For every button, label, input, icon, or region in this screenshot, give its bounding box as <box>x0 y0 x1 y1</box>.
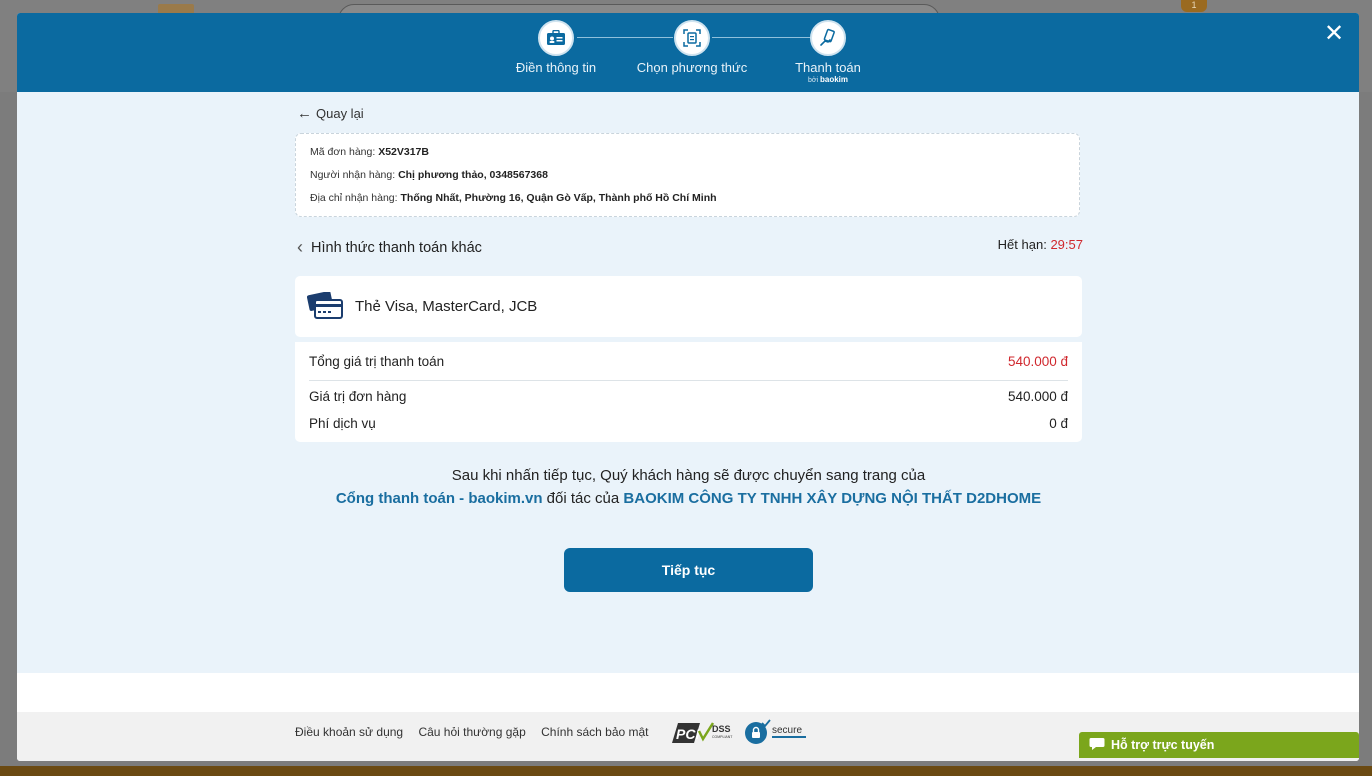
order-value-row: Giá trị đơn hàng 540.000 đ <box>309 389 1068 404</box>
address-row: Địa chỉ nhận hàng: Thống Nhất, Phường 16… <box>310 190 1065 213</box>
receiver-row: Người nhận hàng: Chị phương thảo, 034856… <box>310 167 1065 190</box>
arrow-left-icon: ← <box>297 105 312 122</box>
notice-line2: Cổng thanh toán - baokim.vn đối tác của … <box>295 487 1082 510</box>
step-choose-method: Chọn phương thức <box>622 20 762 75</box>
method-label: Thẻ Visa, MasterCard, JCB <box>355 298 538 315</box>
document-scan-icon <box>674 20 710 56</box>
notice-middle: đối tác của <box>542 490 624 507</box>
back-label: Quay lại <box>316 106 364 121</box>
pci-sub-text: COMPLIANT <box>712 735 733 739</box>
total-value: 540.000 đ <box>1007 354 1068 369</box>
order-code-value: X52V317B <box>378 146 429 158</box>
order-info-box: Mã đơn hàng: X52V317B Người nhận hàng: C… <box>295 133 1080 217</box>
order-code-label: Mã đơn hàng: <box>310 146 376 158</box>
continue-button[interactable]: Tiếp tục <box>564 548 813 592</box>
back-link[interactable]: ← Quay lại <box>297 105 364 122</box>
id-card-icon <box>538 20 574 56</box>
provider-brand: baokim <box>819 75 848 84</box>
merchant-name: BAOKIM CÔNG TY TNHH XÂY DỰNG NỘI THẤT D2… <box>623 490 1042 507</box>
total-row: Tổng giá trị thanh toán 540.000 đ <box>309 354 1068 369</box>
footer-links: Điều khoản sử dụng Câu hỏi thường gặp Ch… <box>295 725 661 739</box>
redirect-notice: Sau khi nhấn tiếp tục, Quý khách hàng sẽ… <box>295 464 1082 510</box>
fee-label: Phí dịch vụ <box>309 416 376 431</box>
close-icon: ✕ <box>1323 20 1345 47</box>
backdrop-cart-badge: 1 <box>1181 0 1207 12</box>
chevron-left-icon: ‹ <box>297 237 303 257</box>
step-label: Thanh toán <box>795 60 861 75</box>
live-support-button[interactable]: Hỗ trợ trực tuyến <box>1079 732 1359 758</box>
expire-label: Hết hạn: <box>997 237 1047 252</box>
step-label: Chọn phương thức <box>636 60 748 75</box>
expire-time: 29:57 <box>1050 237 1083 252</box>
card-payment-method[interactable]: Thẻ Visa, MasterCard, JCB <box>295 276 1082 337</box>
step-fill-info: Điền thông tin <box>486 20 626 75</box>
close-button[interactable]: ✕ <box>1323 20 1345 47</box>
order-code-row: Mã đơn hàng: X52V317B <box>310 144 1065 167</box>
globalsign-secure-badge: secure <box>745 719 806 744</box>
chat-bubble-icon <box>1089 738 1105 750</box>
terms-link[interactable]: Điều khoản sử dụng <box>295 725 403 739</box>
dss-text: DSS <box>712 724 731 734</box>
secure-text: secure <box>772 725 802 736</box>
fee-row: Phí dịch vụ 0 đ <box>309 416 1068 431</box>
section-title: Hình thức thanh toán khác <box>311 240 482 256</box>
address-label: Địa chỉ nhận hàng: <box>310 192 398 204</box>
payment-modal: Điền thông tin Chọn phương thức Thanh to… <box>17 13 1359 761</box>
expiry-timer: Hết hạn: 29:57 <box>998 237 1083 252</box>
payment-hand-icon <box>810 20 846 56</box>
faq-link[interactable]: Câu hỏi thường gặp <box>418 725 525 739</box>
gateway-name: Cổng thanh toán - baokim.vn <box>335 490 543 507</box>
order-value-label: Giá trị đơn hàng <box>309 389 407 404</box>
step-payment: Thanh toán bởi baokim <box>758 20 898 84</box>
receiver-value: Chị phương thảo, 0348567368 <box>398 169 548 181</box>
step-provider: bởi baokim <box>758 75 898 84</box>
receiver-label: Người nhận hàng: <box>310 169 396 181</box>
modal-header: Điền thông tin Chọn phương thức Thanh to… <box>17 13 1359 92</box>
credit-card-icon <box>307 292 343 319</box>
pci-dss-badge: PCI DSS COMPLIANT <box>672 722 733 743</box>
fee-value: 0 đ <box>1049 416 1068 431</box>
provider-prefix: bởi <box>807 77 819 84</box>
pci-text: PCI <box>676 726 700 742</box>
order-value: 540.000 đ <box>1007 389 1068 404</box>
step-label: Điền thông tin <box>515 60 597 75</box>
support-label: Hỗ trợ trực tuyến <box>1111 738 1215 752</box>
backdrop-footer-strip <box>0 766 1372 776</box>
payment-summary: Tổng giá trị thanh toán 540.000 đ Giá trị… <box>295 342 1082 442</box>
address-value: Thống Nhất, Phường 16, Quận Gò Vấp, Thàn… <box>400 192 717 204</box>
privacy-link[interactable]: Chính sách bảo mật <box>541 725 648 739</box>
other-methods-link[interactable]: ‹ Hình thức thanh toán khác <box>297 236 482 257</box>
total-label: Tổng giá trị thanh toán <box>309 354 445 369</box>
notice-line1: Sau khi nhấn tiếp tục, Quý khách hàng sẽ… <box>451 467 926 484</box>
summary-divider <box>309 380 1068 381</box>
